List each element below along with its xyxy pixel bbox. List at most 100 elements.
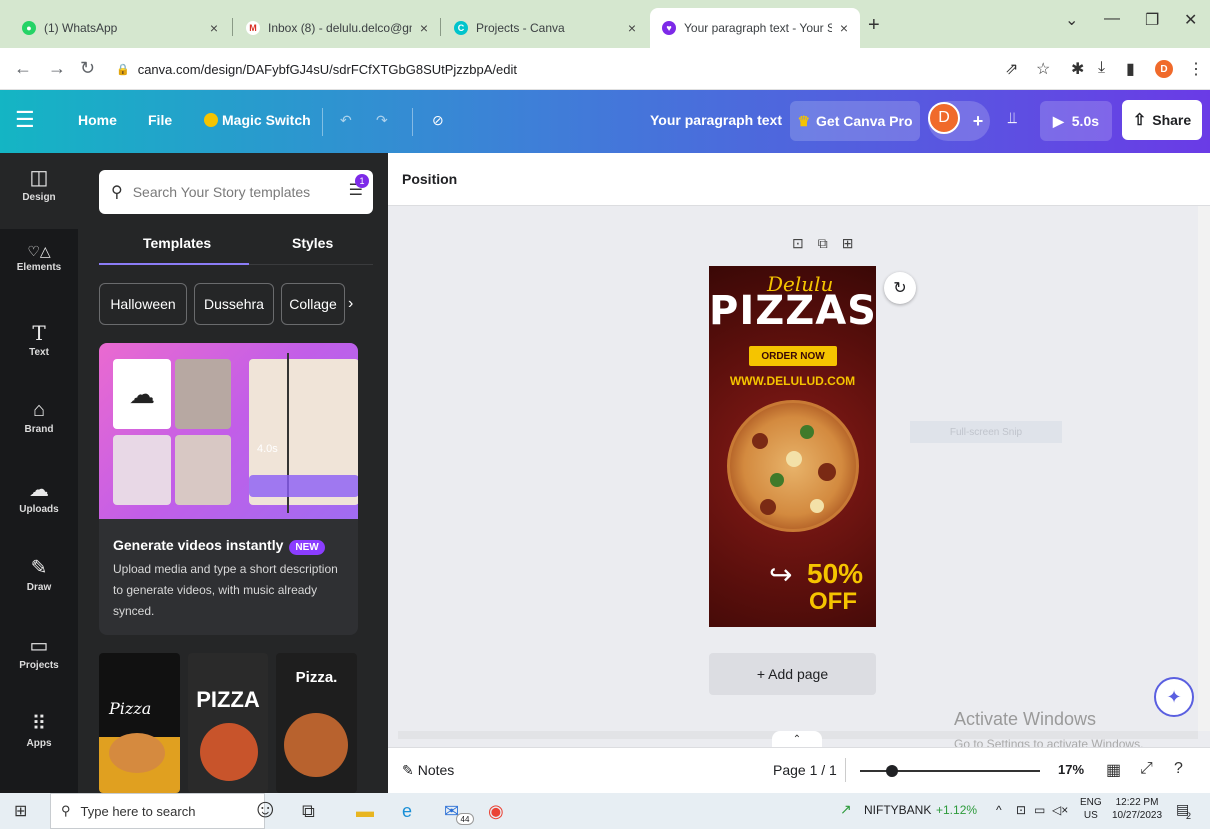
design-headline[interactable]: PIZZAS (709, 288, 876, 334)
magic-switch-button[interactable]: Magic Switch (204, 112, 311, 128)
onedrive-icon[interactable]: ⊡ (1016, 803, 1026, 817)
rail-item-uploads[interactable]: ☁ Uploads (0, 477, 78, 515)
tab-styles[interactable]: Styles (292, 235, 333, 251)
profile-avatar[interactable]: D (1155, 60, 1173, 78)
restore-icon[interactable]: ❐ (1145, 10, 1159, 30)
rail-item-apps[interactable]: ⠿ Apps (0, 711, 78, 749)
tab-gmail[interactable]: M Inbox (8) - delulu.delco@gmail.c × (234, 8, 440, 48)
share-button[interactable]: ⇧ Share (1122, 100, 1202, 140)
back-icon[interactable]: ← (14, 58, 32, 79)
menu-icon[interactable]: ☰ (15, 107, 35, 133)
close-tab-icon[interactable]: × (840, 20, 848, 36)
arrow-graphic[interactable]: ↪ (769, 558, 792, 591)
file-explorer-icon[interactable]: ▬ (356, 801, 374, 822)
fullscreen-icon[interactable]: ⤢ (1140, 760, 1153, 778)
stock-name[interactable]: NIFTYBANK (864, 803, 931, 817)
chip-collage[interactable]: Collage (281, 283, 345, 325)
bookmark-star-icon[interactable]: ☆ (1036, 59, 1050, 79)
design-discount[interactable]: 50% (807, 558, 863, 590)
rail-item-projects[interactable]: ▭ Projects (0, 633, 78, 671)
editor-vertical-scrollbar[interactable] (1198, 206, 1210, 731)
new-tab-button[interactable]: + (868, 14, 880, 37)
forward-icon[interactable]: → (48, 58, 66, 79)
chevron-right-icon[interactable]: › (348, 295, 353, 313)
pizza-image[interactable] (727, 400, 859, 532)
redo-icon[interactable]: ↷ (376, 112, 388, 129)
side-panel-icon[interactable]: ▮ (1126, 59, 1135, 79)
add-page-icon[interactable]: ⊞ (842, 235, 868, 251)
duplicate-page-icon[interactable]: ⧉ (818, 235, 842, 251)
activate-windows-title: Activate Windows (954, 709, 1097, 729)
template-thumbnail[interactable]: PIZZA (188, 653, 268, 793)
chrome-icon[interactable]: ◉ (488, 801, 504, 822)
language-indicator[interactable]: ENG US (1080, 796, 1102, 822)
help-icon[interactable]: ? (1174, 760, 1183, 778)
add-page-button[interactable]: + Add page (709, 653, 876, 695)
file-menu-button[interactable]: File (148, 112, 172, 128)
insights-icon[interactable]: ⫫ (1008, 110, 1017, 128)
extensions-icon[interactable]: ✱ (1071, 59, 1084, 79)
taskbar-search-input[interactable]: ⚲ Type here to search (50, 793, 265, 829)
close-tab-icon[interactable]: × (420, 20, 428, 36)
notes-button[interactable]: ✎ Notes (402, 762, 454, 779)
download-icon[interactable]: ⤓ (1098, 59, 1105, 77)
url-field[interactable]: 🔒 canva.com/design/DAFybfGJ4sU/sdrFCfXTG… (106, 54, 1106, 84)
notes-icon: ✎ (402, 762, 414, 778)
chevron-up-icon[interactable]: ⌃ (772, 731, 822, 747)
chip-halloween[interactable]: Halloween (99, 283, 187, 325)
design-off[interactable]: OFF (809, 588, 857, 616)
close-tab-icon[interactable]: × (210, 20, 218, 36)
browser-menu-icon[interactable]: ⋮ (1188, 59, 1204, 79)
design-canvas[interactable]: Delulu PIZZAS ORDER NOW WWW.DELULUD.COM … (709, 266, 876, 627)
position-button[interactable]: Position (402, 171, 457, 187)
rail-item-elements[interactable]: ♡△ Elements (0, 243, 78, 273)
grid-view-icon[interactable]: ▦ (1106, 760, 1121, 780)
task-view-icon[interactable]: ⧉ (302, 801, 315, 822)
tab-search-chevron-icon[interactable]: ⌄ (1065, 10, 1078, 30)
chip-dussehra[interactable]: Dussehra (194, 283, 274, 325)
page-indicator[interactable]: Page 1 / 1 (773, 762, 837, 778)
tray-chevron-icon[interactable]: ^ (996, 803, 1002, 817)
reload-icon[interactable]: ↻ (80, 58, 95, 79)
editor-footer: ✎ Notes Page 1 / 1 17% ▦ ⤢ ? (388, 747, 1210, 793)
template-search-input[interactable]: ⚲ Search Your Story templates ☰ 1 (99, 170, 373, 214)
present-button[interactable]: ▶ 5.0s (1040, 101, 1112, 141)
design-website[interactable]: WWW.DELULUD.COM (709, 374, 876, 388)
close-window-icon[interactable]: ✕ (1184, 10, 1197, 30)
zoom-slider-handle[interactable] (886, 765, 898, 777)
document-title[interactable]: Your paragraph text (650, 112, 782, 128)
get-canva-pro-button[interactable]: ♛ Get Canva Pro (790, 101, 920, 141)
clock[interactable]: 12:22 PM 10/27/2023 (1112, 796, 1162, 822)
zoom-value[interactable]: 17% (1058, 762, 1084, 777)
notes-label: Notes (417, 762, 455, 778)
rail-item-draw[interactable]: ✎ Draw (0, 555, 78, 593)
tab-templates[interactable]: Templates (143, 235, 211, 251)
edge-icon[interactable]: e (402, 801, 412, 822)
minimize-icon[interactable]: — (1104, 10, 1120, 28)
add-collaborator-icon[interactable]: + (973, 111, 984, 132)
tab-canva-projects[interactable]: C Projects - Canva × (442, 8, 648, 48)
tab-whatsapp[interactable]: ● (1) WhatsApp × (10, 8, 230, 48)
undo-icon[interactable]: ↶ (340, 112, 352, 129)
rail-item-text[interactable]: T Text (0, 321, 78, 358)
rail-item-brand[interactable]: ⌂ Brand (0, 399, 78, 435)
network-icon[interactable]: ▭ (1034, 803, 1045, 817)
filter-count-badge: 1 (355, 174, 369, 188)
rail-item-design[interactable]: ◫ Design (0, 153, 78, 229)
template-thumbnail[interactable]: Pizza (99, 653, 180, 793)
cortana-character-icon[interactable]: ☺ (252, 793, 279, 824)
generate-videos-promo[interactable]: ☁ 4.0s Generate videos instantly NEW Uplo… (99, 343, 358, 635)
windows-start-icon[interactable]: ⊞ (14, 801, 27, 821)
template-thumbnail[interactable]: Pizza. (276, 653, 357, 793)
close-tab-icon[interactable]: × (628, 20, 636, 36)
design-order-now[interactable]: ORDER NOW (749, 346, 837, 366)
tab-your-story[interactable]: ♥ Your paragraph text - Your Story × (650, 8, 860, 48)
cloud-saved-icon[interactable]: ⊘ (432, 112, 444, 129)
user-avatar[interactable]: D (928, 102, 960, 134)
refresh-icon[interactable]: ↻ (884, 272, 916, 304)
home-button[interactable]: Home (78, 112, 117, 128)
share-page-icon[interactable]: ⇗ (1005, 59, 1018, 79)
volume-icon[interactable]: ◁× (1052, 803, 1068, 817)
lock-page-icon[interactable]: ⊡ (792, 235, 818, 251)
magic-assistant-icon[interactable]: ✦ (1154, 677, 1194, 717)
